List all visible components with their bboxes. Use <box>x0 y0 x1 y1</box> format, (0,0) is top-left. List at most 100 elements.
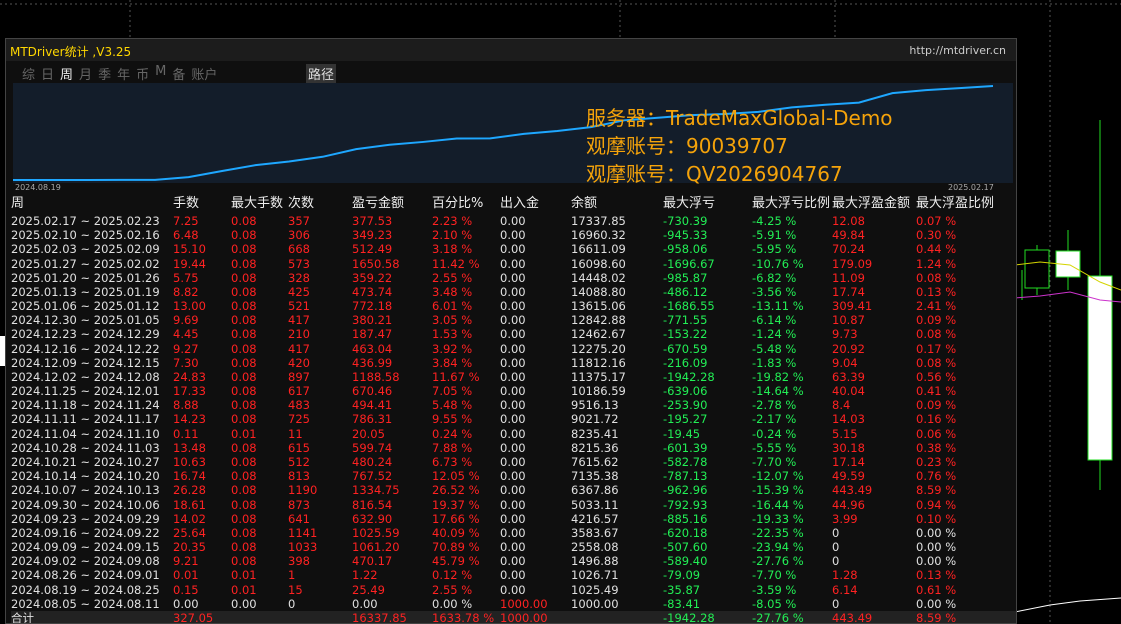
column-header[interactable]: 手数 <box>173 194 231 214</box>
table-cell: -14.64 % <box>752 384 804 399</box>
table-cell: 0.00 <box>500 398 526 413</box>
table-cell: 7.25 <box>173 214 199 229</box>
column-header[interactable]: 最大浮亏比例 <box>752 194 832 214</box>
tab-6[interactable]: 币 <box>136 64 149 83</box>
table-cell: 2024.12.30 ~ 2025.01.05 <box>11 313 160 328</box>
column-header[interactable]: 次数 <box>288 194 352 214</box>
table-cell: 0.00 <box>500 284 526 299</box>
tab-5[interactable]: 年 <box>117 64 130 83</box>
table-cell: 1026.71 <box>571 568 619 583</box>
table-cell: 0.00 <box>500 440 526 455</box>
table-cell: 617 <box>288 384 310 399</box>
table-cell: 6.14 <box>832 582 858 597</box>
table-cell: -8.05 % <box>752 596 797 611</box>
table-cell: 0.00 <box>500 426 526 441</box>
table-row: 2024.10.14 ~ 2024.10.20 16.74 0.08 813 767.5… <box>11 469 1016 483</box>
table-cell: 0.00 % <box>916 554 957 569</box>
column-header[interactable]: 余额 <box>571 194 663 214</box>
table-cell: -4.25 % <box>752 214 797 229</box>
column-header[interactable]: 最大浮盈金额 <box>832 194 916 214</box>
table-cell: 2024.09.09 ~ 2024.09.15 <box>11 540 160 555</box>
table-cell: 2025.01.13 ~ 2025.01.19 <box>11 284 160 299</box>
total-cell <box>231 610 288 623</box>
table-cell: 0.41 % <box>916 384 957 399</box>
table-cell: -1.83 % <box>752 355 797 370</box>
table-row: 2024.08.05 ~ 2024.08.11 0.00 0.00 0 0.00 0.00… <box>11 597 1016 611</box>
table-cell: 0.00 <box>500 497 526 512</box>
table-cell: -7.70 % <box>752 568 797 583</box>
table-cell: 1.53 % <box>432 327 473 342</box>
tab-2[interactable]: 周 <box>60 64 73 83</box>
table-cell: -3.59 % <box>752 582 797 597</box>
column-header[interactable]: 出入金 <box>500 194 571 214</box>
table-cell: 19.44 <box>173 256 206 271</box>
table-cell: 9.21 <box>173 554 199 569</box>
table-row: 2024.12.09 ~ 2024.12.15 7.30 0.08 420 436.99… <box>11 356 1016 370</box>
column-header[interactable]: 周 <box>11 194 173 214</box>
tab-9[interactable]: 账户 <box>191 64 217 83</box>
column-header[interactable]: 最大手数 <box>231 194 288 214</box>
table-cell: -35.87 <box>663 582 701 597</box>
tab-8[interactable]: 备 <box>172 64 185 83</box>
table-cell: 0.23 % <box>916 455 957 469</box>
route-button[interactable]: 路径 <box>306 64 337 83</box>
table-cell: 0.10 % <box>916 511 957 526</box>
table-cell: 436.99 <box>352 355 393 370</box>
table-cell: 425 <box>288 284 310 299</box>
column-header[interactable]: 最大浮亏 <box>663 194 752 214</box>
table-cell: 17.74 <box>832 284 865 299</box>
column-header[interactable]: 盈亏金额 <box>352 194 432 214</box>
table-cell: -13.11 % <box>752 299 804 314</box>
website-link[interactable]: http://mtdriver.cn <box>909 44 1006 57</box>
table-cell: 3.18 % <box>432 242 473 257</box>
table-row: 2025.02.10 ~ 2025.02.16 6.48 0.08 306 349.23… <box>11 228 1016 242</box>
table-row: 2024.10.07 ~ 2024.10.13 26.28 0.08 1190 1334… <box>11 483 1016 497</box>
table-cell: 7.30 <box>173 355 199 370</box>
table-cell: 1000.00 <box>571 596 619 611</box>
table-cell: 0.08 <box>231 214 257 229</box>
table-cell: 7.05 % <box>432 384 473 399</box>
table-cell: -6.14 % <box>752 313 797 328</box>
total-cell: -27.76 % <box>752 610 832 623</box>
table-cell: 2.41 % <box>916 299 957 314</box>
table-cell: 668 <box>288 242 310 257</box>
tab-3[interactable]: 月 <box>79 64 92 83</box>
tab-7[interactable]: M <box>155 64 166 83</box>
table-cell: 2024.11.18 ~ 2024.11.24 <box>11 398 160 413</box>
table-cell: 17337.85 <box>571 214 626 229</box>
tab-0[interactable]: 综 <box>22 64 35 83</box>
table-cell: 0.08 <box>231 313 257 328</box>
table-cell: 2024.12.02 ~ 2024.12.08 <box>11 369 160 384</box>
column-header[interactable]: 最大浮盈比例 <box>916 194 1016 214</box>
table-cell: 0.08 <box>231 299 257 314</box>
tab-1[interactable]: 日 <box>41 64 54 83</box>
table-cell: 11.09 <box>832 270 865 285</box>
table-row: 2024.09.02 ~ 2024.09.08 9.21 0.08 398 470.17… <box>11 554 1016 568</box>
tab-4[interactable]: 季 <box>98 64 111 83</box>
table-cell: 25.64 <box>173 525 206 540</box>
table-cell: -730.39 <box>663 214 708 229</box>
table-cell: 2024.11.25 ~ 2024.12.01 <box>11 384 160 399</box>
table-cell: 0 <box>288 596 296 611</box>
table-cell: 2024.08.19 ~ 2024.08.25 <box>11 582 160 597</box>
table-cell: 0.08 % <box>916 327 957 342</box>
table-cell: 16960.32 <box>571 228 626 243</box>
table-cell: 13.48 <box>173 440 206 455</box>
table-row: 2024.10.28 ~ 2024.11.03 13.48 0.08 615 599.7… <box>11 441 1016 455</box>
table-cell: 3583.67 <box>571 525 619 540</box>
table-cell: 359.22 <box>352 270 393 285</box>
table-cell: 14088.80 <box>571 284 626 299</box>
table-cell: 3.05 % <box>432 313 473 328</box>
table-row: 2024.09.30 ~ 2024.10.06 18.61 0.08 873 816.5… <box>11 497 1016 512</box>
table-cell: 615 <box>288 440 310 455</box>
table-cell: 0.00 <box>231 596 257 611</box>
table-cell: 0.08 <box>231 497 257 512</box>
column-header[interactable]: 百分比% <box>432 194 500 214</box>
table-cell: 463.04 <box>352 341 393 356</box>
table-cell: 6.73 % <box>432 455 473 469</box>
table-cell: 14.23 <box>173 412 206 427</box>
total-cell: 8.59 % <box>916 610 1016 623</box>
table-cell: 521 <box>288 299 310 314</box>
table-cell: 30.18 <box>832 440 865 455</box>
table-cell: 16611.09 <box>571 242 626 257</box>
